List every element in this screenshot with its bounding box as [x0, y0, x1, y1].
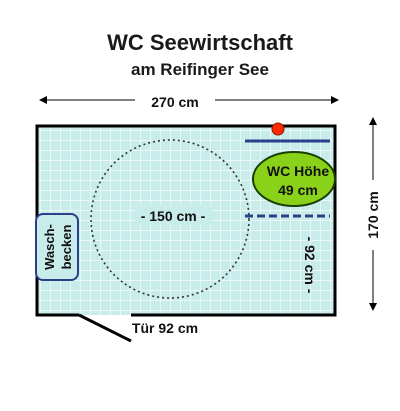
door-leaf [78, 313, 132, 343]
door-label: Tür 92 cm [132, 320, 198, 336]
grab-bar-distance-label: - 92 cm - [302, 237, 318, 294]
depth-label: 170 cm [365, 191, 381, 238]
sink-label-line2: becken [59, 225, 74, 270]
width-label: 270 cm [151, 94, 198, 110]
turning-circle-label: - 150 cm - [141, 208, 206, 224]
floor-plan: 270 cm 170 cm Tür 92 cm - 150 cm - WC Hö… [35, 88, 385, 343]
wc-height-label-line1: WC Höhe [267, 163, 329, 179]
sink-label-line1: Wasch- [42, 224, 57, 270]
flush-button-icon [271, 122, 285, 136]
wc-height-label-line2: 49 cm [278, 182, 318, 198]
